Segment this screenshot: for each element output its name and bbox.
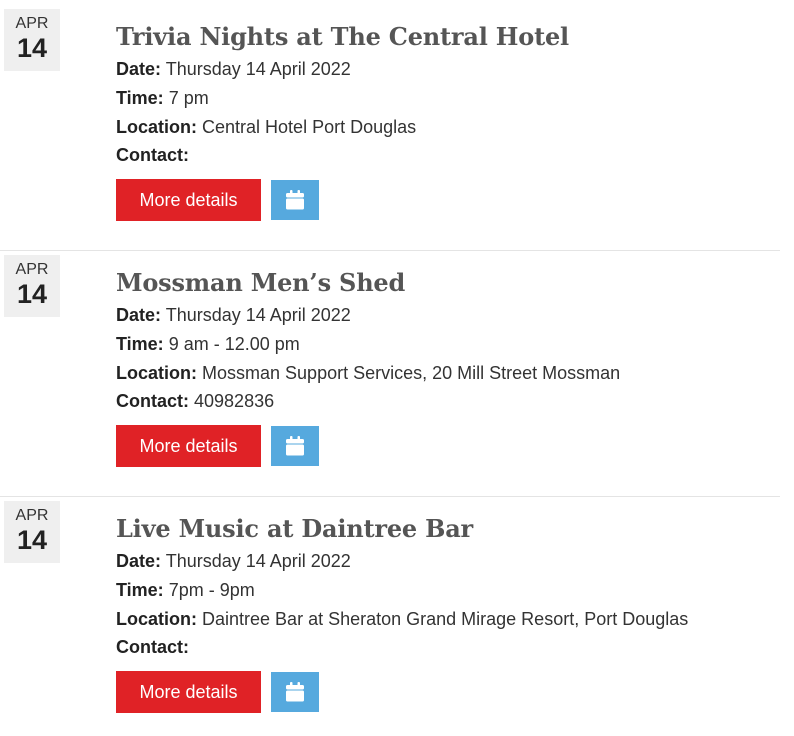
- event-time: Time: 7pm - 9pm: [116, 578, 255, 602]
- event-date-value: Thursday 14 April 2022: [165, 59, 351, 79]
- event-time-value: 7pm - 9pm: [168, 580, 255, 600]
- event-title[interactable]: Mossman Men’s Shed: [116, 267, 405, 299]
- more-details-button[interactable]: More details: [116, 425, 261, 467]
- event-date: Date: Thursday 14 April 2022: [116, 549, 351, 573]
- event-time-label: Time:: [116, 334, 164, 354]
- event-contact-label: Contact:: [116, 391, 189, 411]
- event-contact: Contact: 40982836: [116, 389, 274, 413]
- add-to-calendar-button[interactable]: [271, 672, 319, 712]
- event-time: Time: 7 pm: [116, 86, 209, 110]
- event-location: Location: Mossman Support Services, 20 M…: [116, 361, 620, 385]
- event-time-label: Time:: [116, 580, 164, 600]
- more-details-button[interactable]: More details: [116, 179, 261, 221]
- date-badge-day: 14: [16, 525, 48, 555]
- event-time-label: Time:: [116, 88, 164, 108]
- event-item: APR 14 Live Music at Daintree Bar Date: …: [0, 496, 780, 736]
- calendar-icon: [286, 436, 304, 456]
- event-location-label: Location:: [116, 117, 197, 137]
- event-title[interactable]: Live Music at Daintree Bar: [116, 513, 473, 545]
- event-date: Date: Thursday 14 April 2022: [116, 303, 351, 327]
- add-to-calendar-button[interactable]: [271, 426, 319, 466]
- calendar-icon: [286, 682, 304, 702]
- event-date-value: Thursday 14 April 2022: [165, 551, 351, 571]
- event-time-value: 9 am - 12.00 pm: [168, 334, 300, 354]
- date-badge-day: 14: [16, 33, 48, 63]
- event-location-label: Location:: [116, 363, 197, 383]
- event-item: APR 14 Trivia Nights at The Central Hote…: [0, 5, 780, 251]
- event-contact: Contact:: [116, 635, 189, 659]
- event-date-label: Date:: [116, 305, 162, 325]
- event-location: Location: Daintree Bar at Sheraton Grand…: [116, 607, 688, 631]
- event-title[interactable]: Trivia Nights at The Central Hotel: [116, 21, 569, 53]
- add-to-calendar-button[interactable]: [271, 180, 319, 220]
- event-location-value: Mossman Support Services, 20 Mill Street…: [202, 363, 621, 383]
- event-time-value: 7 pm: [168, 88, 209, 108]
- date-badge: APR 14: [4, 9, 60, 71]
- date-badge: APR 14: [4, 255, 60, 317]
- event-date: Date: Thursday 14 April 2022: [116, 57, 351, 81]
- date-badge-month: APR: [15, 507, 49, 524]
- event-contact: Contact:: [116, 143, 189, 167]
- event-date-label: Date:: [116, 551, 162, 571]
- date-badge: APR 14: [4, 501, 60, 563]
- calendar-icon: [286, 190, 304, 210]
- more-details-button[interactable]: More details: [116, 671, 261, 713]
- date-badge-month: APR: [15, 261, 49, 278]
- event-location-value: Daintree Bar at Sheraton Grand Mirage Re…: [202, 609, 689, 629]
- event-time: Time: 9 am - 12.00 pm: [116, 332, 300, 356]
- event-location-label: Location:: [116, 609, 197, 629]
- date-badge-month: APR: [15, 15, 49, 32]
- event-contact-value: 40982836: [194, 391, 275, 411]
- event-location-value: Central Hotel Port Douglas: [202, 117, 417, 137]
- event-date-value: Thursday 14 April 2022: [165, 305, 351, 325]
- event-date-label: Date:: [116, 59, 162, 79]
- event-contact-label: Contact:: [116, 637, 189, 657]
- event-item: APR 14 Mossman Men’s Shed Date: Thursday…: [0, 250, 780, 497]
- event-contact-label: Contact:: [116, 145, 189, 165]
- event-location: Location: Central Hotel Port Douglas: [116, 115, 416, 139]
- date-badge-day: 14: [16, 279, 48, 309]
